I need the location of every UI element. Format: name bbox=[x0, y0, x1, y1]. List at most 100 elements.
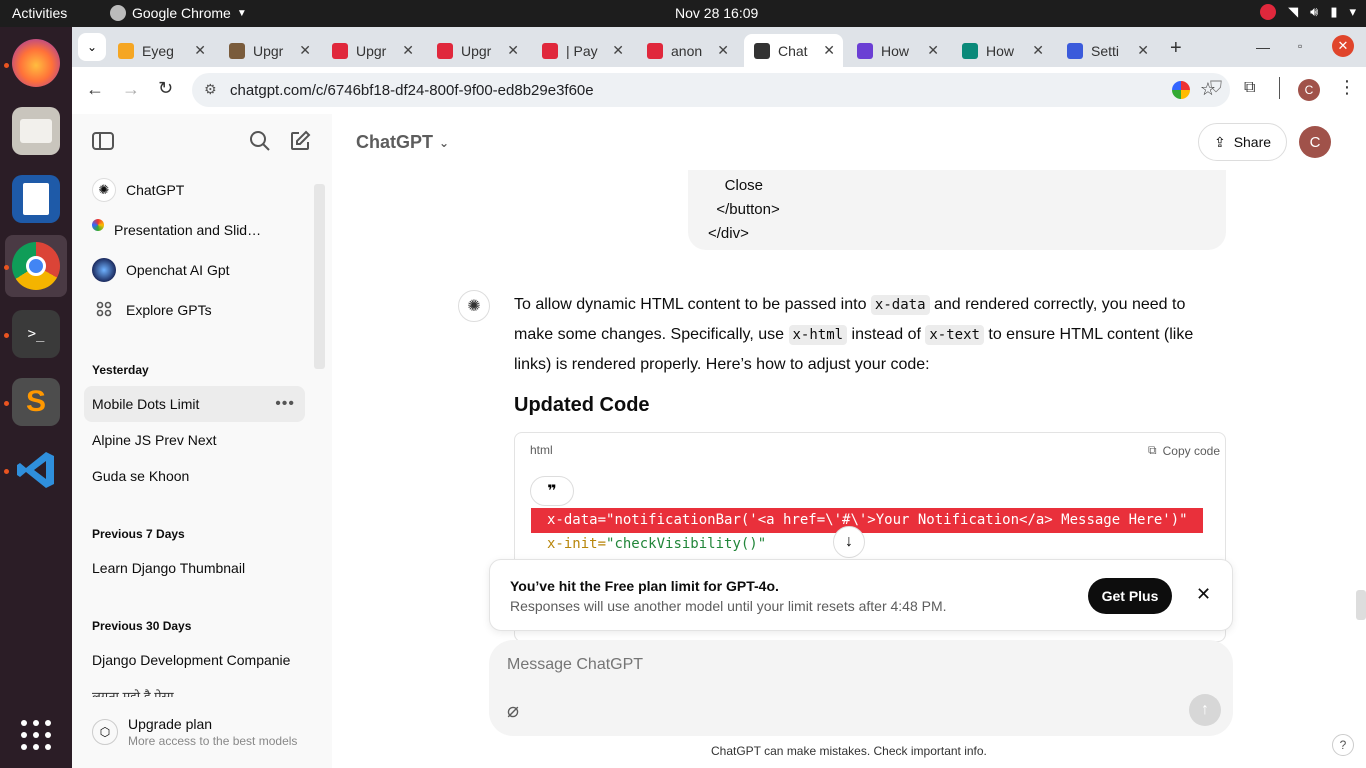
forward-button[interactable]: → bbox=[122, 79, 140, 100]
model-selector[interactable]: ChatGPT ⌄ bbox=[356, 132, 449, 153]
extensions-puzzle-icon[interactable]: ⧉ bbox=[1244, 79, 1255, 97]
back-button[interactable]: ← bbox=[86, 79, 104, 100]
sidebar-scrollbar[interactable] bbox=[314, 184, 325, 369]
section-heading: Yesterday bbox=[92, 363, 149, 377]
tab-title: Upgr bbox=[356, 42, 387, 59]
tab-title: How bbox=[881, 42, 910, 59]
chat-item[interactable]: Django Development Companie bbox=[84, 642, 305, 678]
close-tab-icon[interactable]: ✕ bbox=[507, 42, 519, 59]
close-tab-icon[interactable]: ✕ bbox=[1137, 42, 1149, 59]
site-info-icon[interactable]: ⚙ bbox=[204, 81, 217, 98]
close-icon[interactable]: ✕ bbox=[1196, 584, 1211, 605]
app-menu[interactable]: Google Chrome ▼ bbox=[110, 5, 247, 21]
tab-search-button[interactable]: ⌄ bbox=[78, 33, 106, 61]
share-button[interactable]: ⇪ Share bbox=[1198, 123, 1287, 161]
user-message-line: Close bbox=[708, 177, 764, 194]
sidebar-item-label: Explore GPTs bbox=[126, 302, 212, 318]
message-input[interactable] bbox=[507, 652, 1187, 678]
copy-code-button[interactable]: ⧉ Copy code bbox=[1148, 443, 1220, 458]
chatgpt-logo-icon: ✺ bbox=[458, 290, 490, 322]
close-tab-icon[interactable]: ✕ bbox=[612, 42, 624, 59]
inline-code: x-text bbox=[925, 325, 984, 345]
code-attr: x-init= bbox=[547, 536, 607, 552]
gpt-avatar-icon bbox=[92, 258, 116, 282]
clock[interactable]: Nov 28 16:09 bbox=[675, 5, 758, 21]
close-tab-icon[interactable]: ✕ bbox=[717, 42, 729, 59]
profile-avatar[interactable]: C bbox=[1298, 79, 1320, 101]
firefox-icon[interactable] bbox=[12, 39, 60, 87]
running-indicator bbox=[4, 63, 9, 68]
browser-tab[interactable]: Upgr ✕ bbox=[219, 34, 319, 67]
terminal-icon[interactable]: >_ bbox=[12, 310, 60, 358]
search-icon[interactable] bbox=[249, 130, 271, 157]
help-button[interactable]: ? bbox=[1332, 734, 1354, 756]
upgrade-subtitle: More access to the best models bbox=[128, 734, 298, 748]
system-tray[interactable]: ◥ 🔊︎ ▮ ▾ bbox=[1260, 4, 1356, 20]
minimize-button[interactable]: — bbox=[1256, 39, 1270, 55]
extension-shield-icon[interactable]: ⛉ bbox=[1210, 79, 1222, 97]
share-label: Share bbox=[1233, 134, 1272, 150]
sublime-text-icon[interactable]: S bbox=[12, 378, 60, 426]
browser-tab[interactable]: How ✕ bbox=[847, 34, 947, 67]
browser-tab[interactable]: Eyeg ✕ bbox=[108, 34, 214, 67]
inline-code: x-html bbox=[788, 325, 848, 345]
more-options-icon[interactable]: ••• bbox=[275, 395, 295, 413]
chrome-icon[interactable] bbox=[12, 242, 60, 290]
tab-strip: ⌄ Eyeg ✕ Upgr ✕ Upgr ✕ Upgr ✕ | Pay ✕ anon ✕ Chat ✕ Ho… bbox=[72, 27, 1366, 67]
reload-button[interactable]: ↻ bbox=[158, 78, 173, 99]
browser-menu-icon[interactable]: ⋮ bbox=[1338, 77, 1356, 98]
toggle-sidebar-icon[interactable] bbox=[92, 132, 114, 150]
grid-icon bbox=[96, 301, 112, 320]
tab-favicon-icon bbox=[437, 42, 453, 59]
running-indicator bbox=[4, 401, 9, 406]
recording-icon bbox=[1260, 4, 1277, 20]
tab-title: | Pay bbox=[566, 42, 598, 59]
maximize-button[interactable]: ▫ bbox=[1298, 39, 1302, 53]
sidebar-item-explore-gpts[interactable]: Explore GPTs bbox=[84, 292, 305, 328]
attach-icon[interactable]: ⌀ bbox=[507, 698, 519, 723]
user-avatar[interactable]: C bbox=[1299, 126, 1331, 158]
browser-tab[interactable]: Setti ✕ bbox=[1057, 34, 1157, 67]
page-scrollbar[interactable] bbox=[1356, 590, 1366, 620]
close-tab-icon[interactable]: ✕ bbox=[1032, 42, 1044, 59]
browser-tab[interactable]: anon ✕ bbox=[637, 34, 737, 67]
chat-item[interactable]: लगता मुझे है ऐसा bbox=[92, 687, 312, 697]
arrow-up-icon: ↑ bbox=[1201, 701, 1209, 718]
close-tab-icon[interactable]: ✕ bbox=[402, 42, 414, 59]
browser-tab[interactable]: Upgr ✕ bbox=[322, 34, 422, 67]
vscode-icon[interactable] bbox=[12, 446, 60, 494]
close-tab-icon[interactable]: ✕ bbox=[823, 42, 835, 59]
scroll-down-icon[interactable]: ↓ bbox=[833, 526, 865, 558]
activities-button[interactable]: Activities bbox=[12, 5, 67, 21]
browser-tab[interactable]: Upgr ✕ bbox=[427, 34, 527, 67]
new-chat-icon[interactable] bbox=[289, 130, 311, 157]
browser-tab[interactable]: How ✕ bbox=[952, 34, 1052, 67]
chat-item[interactable]: Learn Django Thumbnail bbox=[84, 550, 305, 586]
close-tab-icon[interactable]: ✕ bbox=[194, 42, 206, 59]
close-tab-icon[interactable]: ✕ bbox=[299, 42, 311, 59]
send-button[interactable]: ↑ bbox=[1189, 694, 1221, 726]
extension-color-icon[interactable] bbox=[1172, 81, 1190, 99]
show-applications-icon[interactable] bbox=[12, 711, 60, 759]
sidebar-item-chatgpt[interactable]: ✺ ChatGPT bbox=[84, 172, 305, 208]
files-icon[interactable] bbox=[12, 107, 60, 155]
upgrade-plan-button[interactable]: ⬡ Upgrade plan More access to the best m… bbox=[84, 706, 320, 758]
address-bar[interactable]: ⚙ chatgpt.com/c/6746bf18-df24-800f-9f00-… bbox=[192, 73, 1230, 107]
get-plus-button[interactable]: Get Plus bbox=[1088, 578, 1172, 614]
chat-item[interactable]: Alpine JS Prev Next bbox=[84, 422, 305, 458]
tab-favicon-icon bbox=[962, 42, 978, 59]
tab-title: Upgr bbox=[253, 42, 284, 59]
close-tab-icon[interactable]: ✕ bbox=[927, 42, 939, 59]
new-tab-button[interactable]: + bbox=[1170, 37, 1182, 60]
sidebar-item-openchat[interactable]: Openchat AI Gpt bbox=[84, 252, 305, 288]
browser-tab[interactable]: | Pay ✕ bbox=[532, 34, 632, 67]
chevron-down-icon: ▼ bbox=[236, 7, 247, 19]
quote-icon[interactable]: ❞ bbox=[530, 476, 574, 506]
sidebar-item-presentation[interactable]: Presentation and Slid… bbox=[84, 212, 305, 248]
chat-item[interactable]: Mobile Dots Limit ••• bbox=[84, 386, 305, 422]
browser-tab[interactable]: Chat ✕ bbox=[744, 34, 843, 67]
close-window-button[interactable]: ✕ bbox=[1332, 35, 1354, 57]
chat-item[interactable]: Guda se Khoon bbox=[84, 458, 305, 494]
writer-icon[interactable] bbox=[12, 175, 60, 223]
section-heading: Previous 7 Days bbox=[92, 527, 185, 541]
